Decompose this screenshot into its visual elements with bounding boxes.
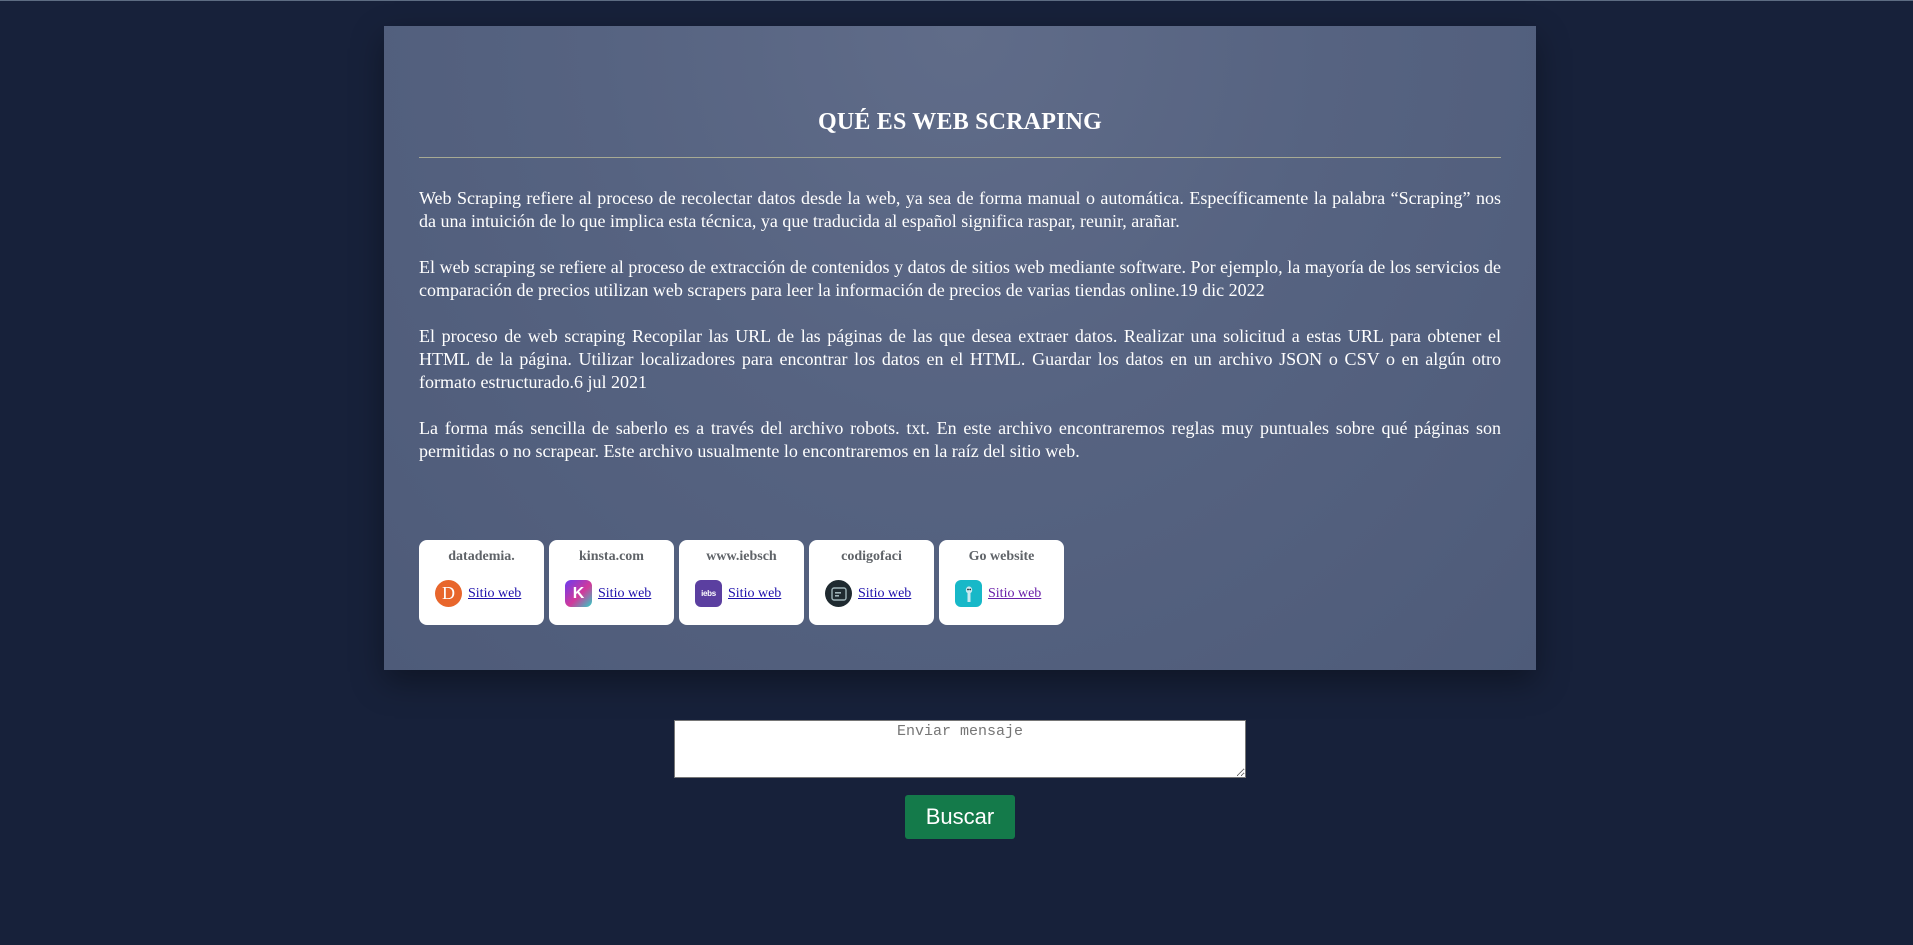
source-row: Sitio web: [955, 580, 1041, 607]
article-paragraph: Web Scraping refiere al proceso de recol…: [419, 188, 1501, 231]
codigofacilito-favicon-icon: [825, 580, 852, 607]
source-card-codigofacilito[interactable]: codigofaci Sitio web: [809, 540, 934, 625]
search-button[interactable]: Buscar: [905, 795, 1015, 839]
source-name: codigofaci: [841, 549, 902, 564]
article-paragraph: El proceso de web scraping Recopilar las…: [419, 326, 1501, 392]
favicon-letter: iebs: [701, 589, 716, 598]
source-name: www.iebsch: [706, 549, 777, 564]
title-divider: [419, 157, 1501, 158]
terminal-icon: [830, 586, 847, 601]
source-link-iebs[interactable]: Sitio web: [728, 586, 781, 602]
source-card-go-website[interactable]: Go website Sitio web: [939, 540, 1064, 625]
go-website-favicon-icon: [955, 580, 982, 607]
source-card-kinsta[interactable]: kinsta.com K Sitio web: [549, 540, 674, 625]
article-paragraph: El web scraping se refiere al proceso de…: [419, 257, 1501, 300]
source-link-codigofacilito[interactable]: Sitio web: [858, 586, 911, 602]
article-content: Web Scraping refiere al proceso de recol…: [419, 187, 1501, 463]
kinsta-favicon-icon: K: [565, 580, 592, 607]
source-card-iebs[interactable]: www.iebsch iebs Sitio web: [679, 540, 804, 625]
datademia-favicon-icon: D: [435, 580, 462, 607]
article-card: QUÉ ES WEB SCRAPING Web Scraping refiere…: [384, 26, 1536, 670]
gopher-icon: [965, 585, 972, 602]
source-link-datademia[interactable]: Sitio web: [468, 586, 521, 602]
favicon-letter: D: [442, 583, 455, 603]
source-card-datademia[interactable]: datademia. D Sitio web: [419, 540, 544, 625]
source-name: kinsta.com: [579, 549, 644, 564]
article-paragraph: La forma más sencilla de saberlo es a tr…: [419, 418, 1501, 461]
source-row: iebs Sitio web: [695, 580, 781, 607]
source-row: K Sitio web: [565, 580, 651, 607]
source-name: Go website: [968, 549, 1035, 564]
source-link-go-website[interactable]: Sitio web: [988, 586, 1041, 602]
source-link-kinsta[interactable]: Sitio web: [598, 586, 651, 602]
message-input[interactable]: [674, 720, 1246, 778]
iebs-favicon-icon: iebs: [695, 580, 722, 607]
source-cards: datademia. D Sitio web kinsta.com K Siti…: [419, 540, 1064, 625]
top-border: [0, 0, 1913, 1]
page-title: QUÉ ES WEB SCRAPING: [817, 109, 1103, 135]
favicon-letter: K: [572, 584, 585, 602]
source-row: Sitio web: [825, 580, 911, 607]
source-row: D Sitio web: [435, 580, 521, 607]
source-name: datademia.: [448, 549, 515, 564]
